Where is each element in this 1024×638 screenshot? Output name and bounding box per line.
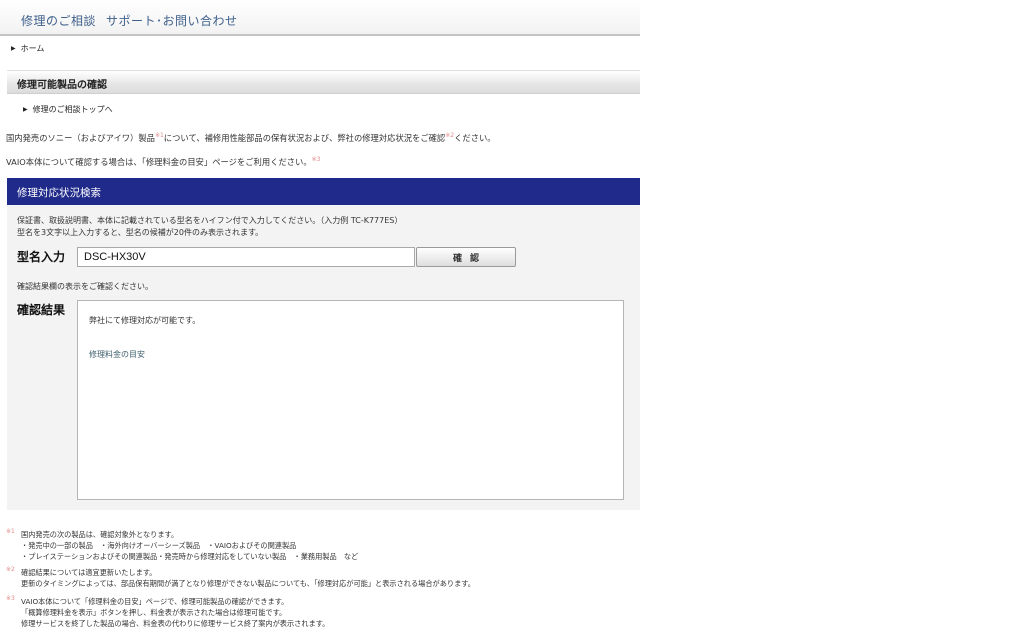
- footnote-3: ※3 VAIO本体について「修理料金の目安」ページで、修理可能製品の確認ができま…: [6, 595, 330, 629]
- model-input[interactable]: [77, 247, 415, 267]
- header-title-block: 修理のご相談 サポート･お問い合わせ: [21, 12, 238, 29]
- footnote-line: 更新のタイミングによっては、部品保有期間が満了となり修理ができない製品についても…: [21, 579, 475, 588]
- header-title: 修理のご相談: [21, 14, 97, 28]
- breadcrumb-home-link[interactable]: ホーム: [21, 44, 45, 53]
- section-heading-bar: 修理可能製品の確認: [7, 70, 640, 94]
- footnote-line: ・プレイステーションおよびその関連製品・発売時から修理対応をしていない製品 ・業…: [21, 552, 359, 561]
- footnote-mark: ※3: [6, 595, 15, 602]
- confirm-button[interactable]: 確認: [416, 247, 516, 267]
- check-note: 確認結果欄の表示をご確認ください。: [17, 282, 153, 291]
- footnote-2: ※2 確認結果については適宜更新いたします。 更新のタイミングによっては、部品保…: [6, 566, 475, 589]
- intro-text: について、補修用性能部品の保有状況および、弊社の修理対応状況をご確認: [163, 133, 446, 143]
- model-input-label: 型名入力: [17, 250, 66, 264]
- search-panel-title: 修理対応状況検索: [17, 187, 101, 199]
- intro-text: 国内発売のソニー（およびアイワ）製品: [6, 133, 155, 143]
- footnote-line: 国内発売の次の製品は、確認対象外となります。: [21, 530, 179, 539]
- site-header: 修理のご相談 サポート･お問い合わせ: [0, 0, 640, 36]
- footnote-mark: ※1: [6, 528, 15, 535]
- intro-line-2: VAIO本体について確認する場合は、「修理料金の目安」ページをご利用ください。※…: [6, 156, 321, 168]
- top-link-row: ▶ 修理のご相談トップへ: [23, 104, 113, 115]
- intro-text: VAIO本体について確認する場合は、「修理料金の目安」ページをご利用ください。: [6, 157, 312, 167]
- intro-text: ください。: [454, 133, 496, 143]
- breadcrumb: ▶ ホーム: [11, 43, 44, 54]
- input-guide: 保証書、取扱説明書、本体に記載されている型名をハイフン付で入力してください。（入…: [17, 215, 402, 239]
- footnote-line: 「概算修理料金を表示」ボタンを押し、料金表が表示された場合は修理可能です。: [21, 608, 287, 617]
- footnote-line: 修理サービスを終了した製品の場合、料金表の代わりに修理サービス終了案内が表示され…: [21, 619, 330, 628]
- guide-line: 保証書、取扱説明書、本体に記載されている型名をハイフン付で入力してください。（入…: [17, 216, 403, 225]
- footnote-line: VAIO本体について「修理料金の目安」ページで、修理可能製品の確認ができます。: [21, 597, 289, 606]
- triangle-right-icon: ▶: [11, 45, 16, 52]
- footnote-1: ※1 国内発売の次の製品は、確認対象外となります。 ・発売中の一部の製品 ・海外…: [6, 528, 359, 562]
- footnote-line: 確認結果については適宜更新いたします。: [21, 568, 157, 577]
- note-mark-1: ※1: [154, 132, 164, 139]
- result-box: 弊社にて修理対応が可能です。 修理料金の目安: [77, 300, 624, 500]
- footnote-line: ・発売中の一部の製品 ・海外向けオーバーシーズ製品 ・VAIOおよびその関連製品: [21, 541, 297, 550]
- intro-line-1: 国内発売のソニー（およびアイワ）製品※1について、補修用性能部品の保有状況および…: [6, 132, 496, 144]
- guide-line: 型名を3文字以上入力すると、型名の候補が20件のみ表示されます。: [17, 228, 264, 237]
- search-panel: 保証書、取扱説明書、本体に記載されている型名をハイフン付で入力してください。（入…: [7, 205, 640, 510]
- section-heading: 修理可能製品の確認: [17, 80, 107, 91]
- triangle-right-icon: ▶: [23, 106, 28, 113]
- search-panel-header: 修理対応状況検索: [7, 178, 640, 205]
- repair-top-link[interactable]: 修理のご相談トップへ: [33, 105, 113, 114]
- result-label: 確認結果: [17, 303, 66, 317]
- footnote-mark: ※2: [6, 566, 15, 573]
- repair-fee-link[interactable]: 修理料金の目安: [89, 349, 145, 360]
- note-mark-2: ※2: [445, 132, 455, 139]
- note-mark-3: ※3: [311, 156, 321, 163]
- result-message: 弊社にて修理対応が可能です。: [89, 316, 201, 325]
- header-subtitle: サポート･お問い合わせ: [106, 14, 238, 28]
